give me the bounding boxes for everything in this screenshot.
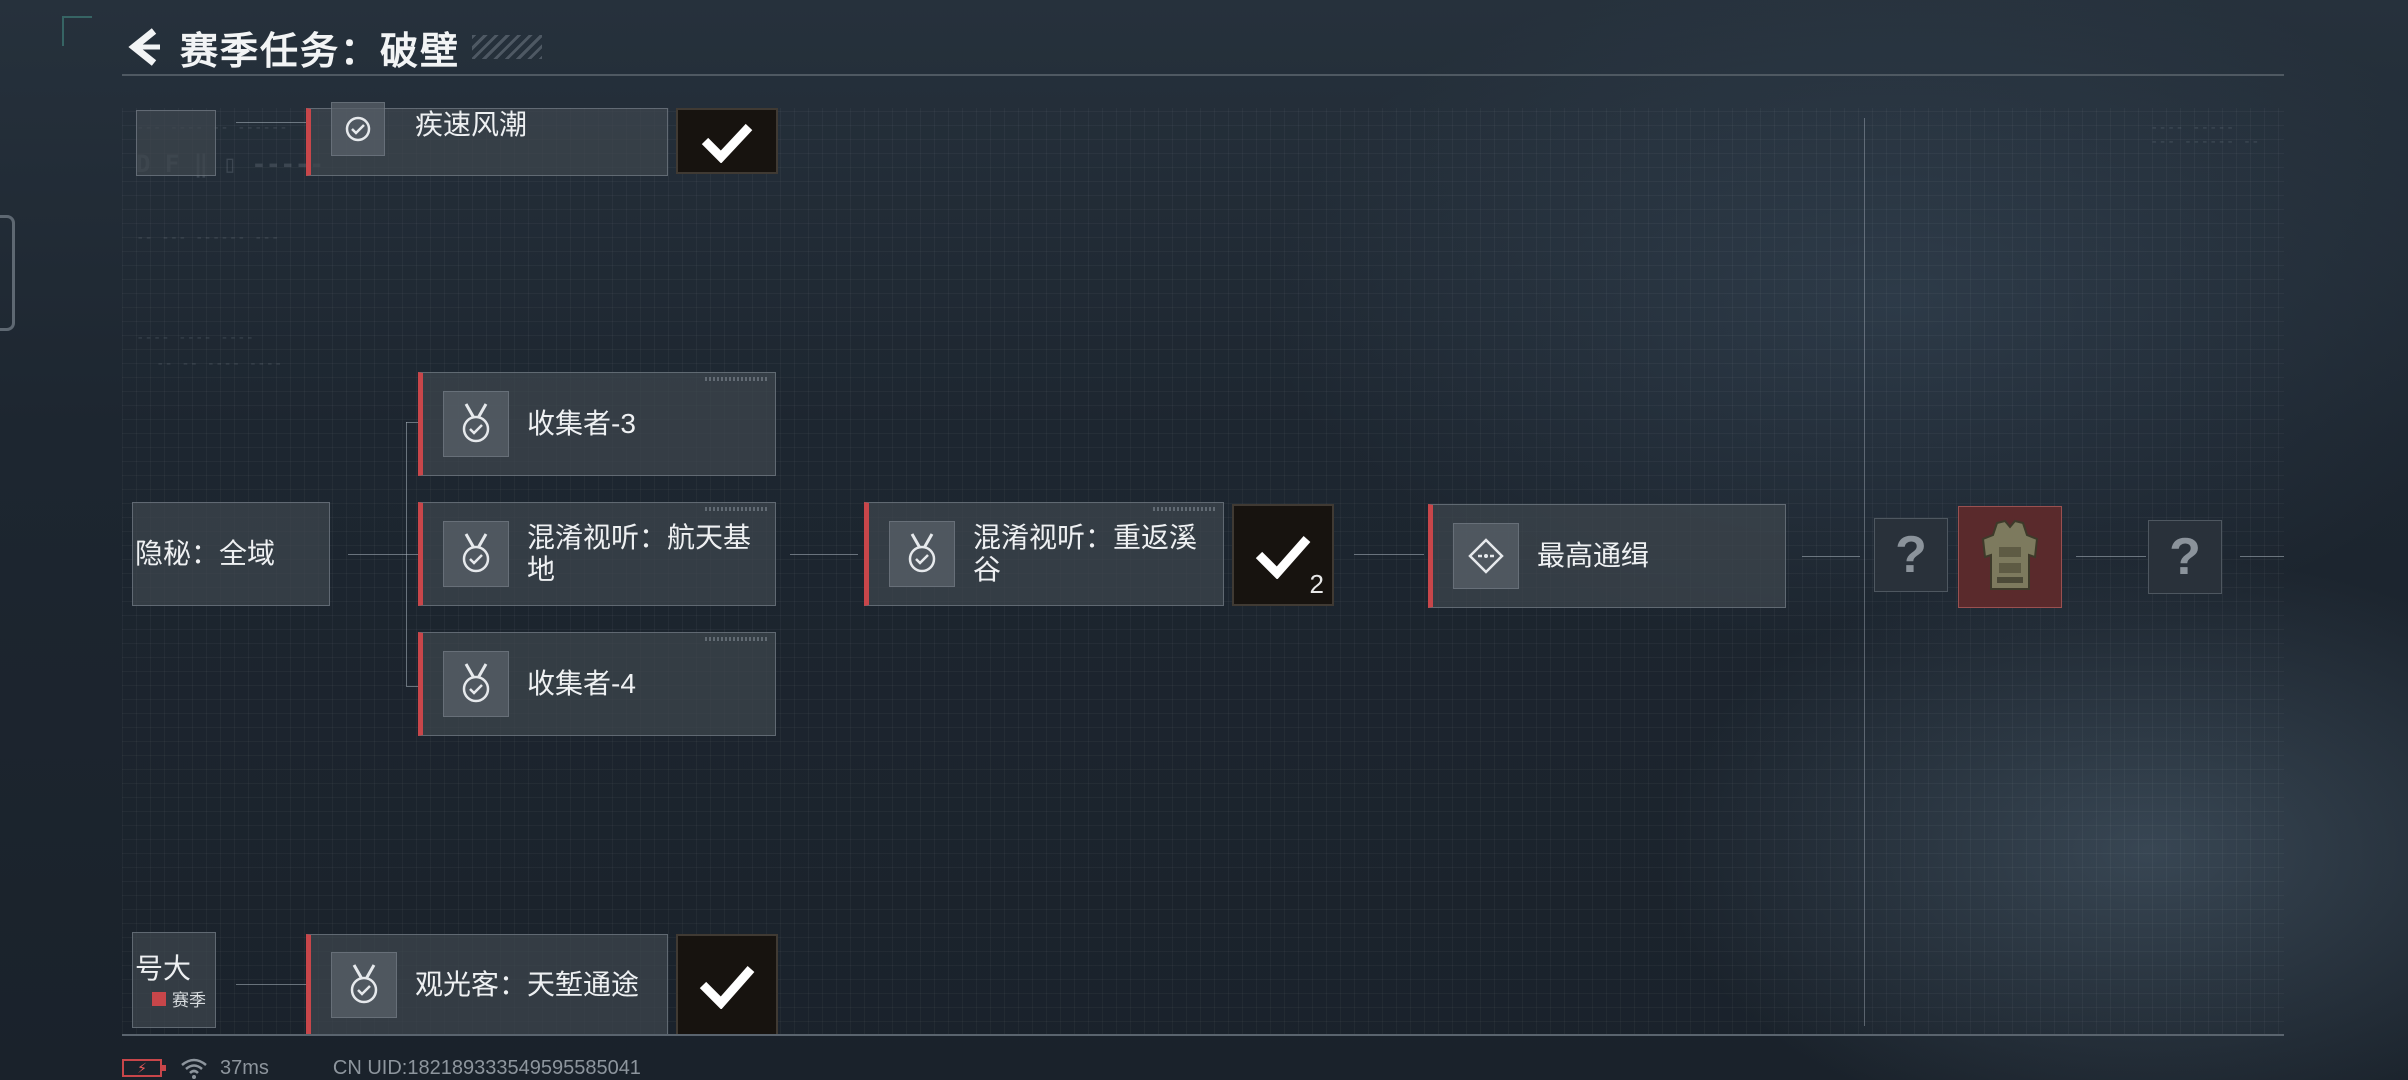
task-label: 最高通缉 [1537, 540, 1650, 571]
task-label: 观光客：天堑通途 [415, 969, 640, 1000]
connector [2240, 556, 2284, 557]
battery-low-icon: ⚡ [122, 1059, 166, 1077]
card-hatch-decoration [705, 637, 769, 641]
header: 赛季任务：破壁 [122, 18, 543, 76]
task-label: 混淆视听：重返溪谷 [973, 522, 1198, 585]
wifi-icon [181, 1058, 207, 1079]
task-label: 收集者-3 [527, 408, 636, 439]
board-bottom-rule [122, 1034, 2284, 1036]
task-card-left-partial[interactable]: 隐秘：全域 [132, 502, 330, 606]
task-icon-box [443, 651, 509, 717]
checkmark-icon [701, 123, 753, 163]
task-label: 隐秘：全域 [135, 538, 276, 569]
task-icon-box [331, 102, 385, 156]
task-card-collector-4[interactable]: 收集者-4 [418, 632, 776, 736]
reward-claimed-tile[interactable] [676, 934, 778, 1036]
checkmark-icon [699, 966, 755, 1009]
medal-check-icon [462, 533, 490, 573]
unknown-reward-tile[interactable]: ? [1874, 518, 1948, 592]
task-label: 混淆视听：航天基地 [527, 522, 752, 585]
target-diamond-icon [1468, 538, 1504, 574]
connector [236, 984, 306, 985]
page-title: 赛季任务：破壁 [180, 30, 461, 73]
connector [1354, 554, 1424, 555]
connector [790, 554, 858, 555]
task-icon-box [443, 521, 509, 587]
checkmark-icon [1255, 536, 1311, 579]
body-armor-icon [1981, 519, 2039, 590]
connector [348, 554, 406, 555]
back-button[interactable] [122, 23, 166, 71]
task-card-top-partial[interactable]: 疾速风潮 [306, 102, 668, 176]
card-hatch-decoration [705, 377, 769, 381]
task-card-collector-3[interactable]: 收集者-3 [418, 372, 776, 476]
card-hatch-decoration [1153, 507, 1217, 511]
question-mark-icon: ? [1895, 526, 1927, 584]
deco-text: --- ------ -- [2150, 134, 2260, 150]
connector [236, 122, 306, 123]
task-icon-box [443, 391, 509, 457]
unknown-reward-tile[interactable]: ? [2148, 520, 2222, 594]
deco-text: -- -- ---- ---- [156, 356, 283, 372]
season-tag-label: 赛季 [172, 991, 206, 1010]
status-bar: ⚡ 37ms CN UID:18218933354959558504​1 [122, 1056, 641, 1080]
task-card-mix-base[interactable]: 混淆视听：航天基地 [418, 502, 776, 606]
section-divider [1864, 118, 1865, 1026]
task-card-mix-valley[interactable]: 混淆视听：重返溪谷 [864, 502, 1224, 606]
connector [1802, 556, 1860, 557]
season-marker-icon [152, 991, 166, 1006]
medal-check-icon [350, 964, 378, 1004]
task-card-bottom-partial[interactable]: 观光客：天堑通途 [306, 934, 668, 1036]
task-icon-box [889, 521, 955, 587]
season-tag: 赛季 [152, 986, 206, 1011]
ping-text: 37ms [220, 1056, 269, 1079]
task-icon-box [331, 952, 397, 1018]
check-circle-icon [345, 116, 371, 142]
title-hatch-decoration [472, 35, 543, 59]
task-label: 收集者-4 [527, 668, 636, 699]
task-icon-box [1453, 523, 1519, 589]
corner-mark [62, 16, 92, 46]
task-card-wanted[interactable]: 最高通缉 [1428, 504, 1786, 608]
partial-card[interactable]: 号大 [132, 932, 216, 1028]
connector [406, 686, 418, 687]
connector [406, 554, 418, 555]
question-mark-icon: ? [2169, 528, 2201, 586]
deco-text: ---- ---- ---- [136, 330, 255, 346]
reward-claimed-tile[interactable] [676, 108, 778, 174]
side-drawer-tab[interactable] [0, 215, 15, 331]
reward-count: 2 [1309, 569, 1324, 599]
medal-check-icon [462, 663, 490, 703]
medal-check-icon [908, 533, 936, 573]
task-label: 疾速风潮 [415, 109, 528, 140]
body-armor-reward-tile[interactable] [1958, 506, 2062, 608]
connector [2076, 556, 2146, 557]
back-arrow-icon [128, 28, 160, 66]
reward-claimed-tile[interactable]: 2 [1232, 504, 1334, 606]
partial-card [136, 110, 216, 176]
card-hatch-decoration [705, 507, 769, 511]
header-rule [122, 74, 2284, 76]
deco-text: -- --- ------ --- [136, 230, 280, 246]
medal-check-icon [462, 403, 490, 443]
task-label: 号大 [135, 953, 192, 984]
connector [406, 422, 418, 423]
uid-text: CN UID:18218933354959558504​1 [332, 1056, 641, 1079]
